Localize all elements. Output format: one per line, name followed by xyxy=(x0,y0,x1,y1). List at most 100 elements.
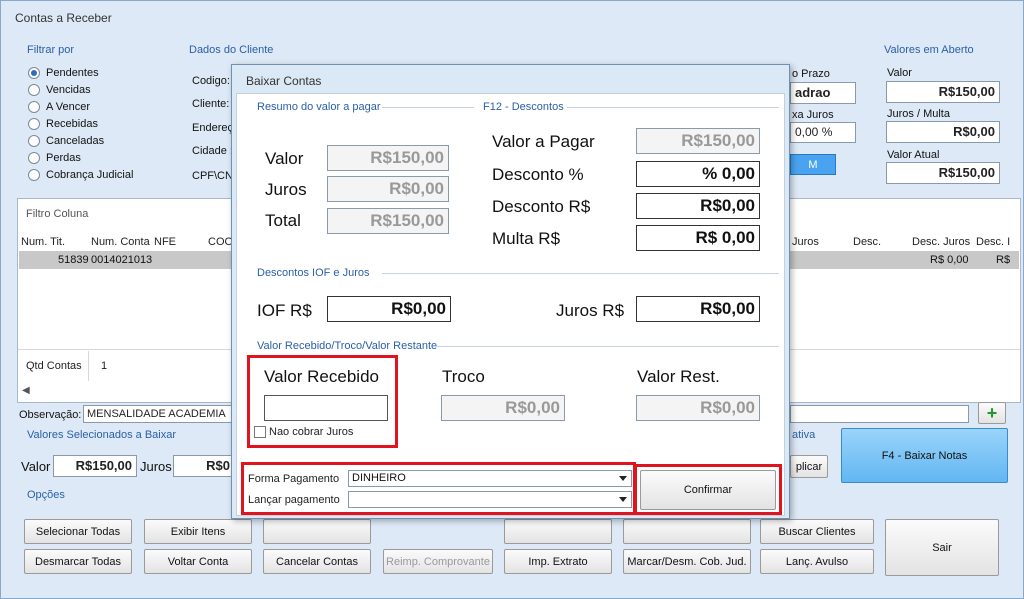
iof-label: IOF R$ xyxy=(257,301,312,320)
radio-canceladas[interactable]: Canceladas xyxy=(28,135,104,147)
exibir-itens-button[interactable]: Exibir Itens xyxy=(144,519,252,544)
radio-cobranca-judicial[interactable]: Cobrança Judicial xyxy=(28,169,133,181)
client-codigo-label: Codigo: xyxy=(192,75,230,87)
juros-rs-field[interactable]: R$0,00 xyxy=(636,296,760,322)
forma-pagamento-select[interactable]: DINHEIRO xyxy=(348,470,632,487)
chevron-down-icon xyxy=(619,476,627,481)
marcar-cob-jud-button[interactable]: Marcar/Desm. Cob. Jud. xyxy=(623,549,751,574)
valor-recebido-input[interactable] xyxy=(264,395,388,421)
nao-cobrar-juros-checkbox[interactable] xyxy=(254,426,266,438)
lanc-avulso-button[interactable]: Lanç. Avulso xyxy=(760,549,874,574)
nao-cobrar-juros-label: Nao cobrar Juros xyxy=(269,426,354,438)
desconto-pct-label: Desconto % xyxy=(492,165,584,184)
troco-field: R$0,00 xyxy=(441,395,565,421)
voltar-conta-button[interactable]: Voltar Conta xyxy=(144,549,252,574)
obs-field[interactable]: MENSALIDADE ACADEMIA xyxy=(83,405,235,423)
taxa-juros-label: xa Juros xyxy=(792,109,834,121)
total-field: R$150,00 xyxy=(327,208,449,234)
cell-desc-juros: R$ 0,00 xyxy=(930,254,969,266)
radio-selected-icon xyxy=(28,67,40,79)
iof-field[interactable]: R$0,00 xyxy=(327,296,451,322)
juros-label: Juros xyxy=(265,180,307,199)
option-button-6[interactable] xyxy=(623,519,751,544)
aplicar-button[interactable]: plicar xyxy=(790,455,828,478)
forma-pagamento-label: Forma Pagamento xyxy=(248,473,340,485)
grid-header[interactable]: NFE xyxy=(154,236,176,248)
ativa-label: ativa xyxy=(792,429,816,441)
m-button[interactable]: M xyxy=(790,154,836,175)
plus-icon[interactable]: + xyxy=(978,402,1006,424)
open-values-title: Valores em Aberto xyxy=(884,44,974,56)
open-juros-label: Juros / Multa xyxy=(887,108,950,120)
selected-valor-label: Valor xyxy=(21,459,51,474)
radio-a-vencer[interactable]: A Vencer xyxy=(28,101,90,113)
grid-header[interactable]: Desc. I xyxy=(976,236,1010,248)
valor-recebido-label: Valor Recebido xyxy=(264,367,379,386)
options-group-title: Opções xyxy=(27,489,65,501)
client-cidade-label: Cidade : xyxy=(192,145,233,157)
radio-pendentes[interactable]: Pendentes xyxy=(28,67,99,79)
total-label: Total xyxy=(265,211,301,230)
taxa-juros-field[interactable]: 0,00 % xyxy=(790,122,856,143)
selected-juros-label: Juros xyxy=(140,459,172,474)
valor-rest-field: R$0,00 xyxy=(636,395,760,421)
resumo-section: Resumo do valor a pagar xyxy=(257,101,381,113)
qtd-contas-label: Qtd Contas xyxy=(26,360,82,372)
dialog-title: Baixar Contas xyxy=(246,74,322,88)
confirmar-button[interactable]: Confirmar xyxy=(640,470,776,510)
prazo-label: o Prazo xyxy=(792,68,830,80)
selected-juros-field: R$0 xyxy=(173,455,235,477)
grid-header[interactable]: Desc. Juros xyxy=(912,236,970,248)
lancar-pagamento-select[interactable] xyxy=(348,491,632,508)
baixar-notas-button[interactable]: F4 - Baixar Notas xyxy=(841,428,1008,483)
selected-group-title: Valores Selecionados a Baixar xyxy=(27,429,176,441)
radio-recebidas[interactable]: Recebidas xyxy=(28,118,98,130)
window-title: Contas a Receber xyxy=(15,11,112,25)
valor-rest-label: Valor Rest. xyxy=(637,367,720,386)
grid-header[interactable]: Num. Conta xyxy=(91,236,150,248)
prazo-field[interactable]: adrao xyxy=(790,82,856,104)
selected-valor-field: R$150,00 xyxy=(53,455,137,477)
cell-desc-i: R$ xyxy=(996,254,1011,266)
option-button-3[interactable] xyxy=(263,519,371,544)
client-group-title: Dados do Cliente xyxy=(189,44,274,56)
multa-field[interactable]: R$ 0,00 xyxy=(636,225,760,251)
scroll-left-icon[interactable]: ◀ xyxy=(22,385,30,396)
imp-extrato-button[interactable]: Imp. Extrato xyxy=(504,549,612,574)
option-button-5[interactable] xyxy=(504,519,612,544)
radio-vencidas[interactable]: Vencidas xyxy=(28,84,91,96)
desconto-pct-field[interactable]: % 0,00 xyxy=(636,161,760,187)
open-juros-field: R$0,00 xyxy=(886,121,1000,143)
grid-header[interactable]: Juros xyxy=(792,236,819,248)
desconto-rs-label: Desconto R$ xyxy=(492,197,591,216)
filter-group-title: Filtrar por xyxy=(27,44,75,56)
grid-filter-label: Filtro Coluna xyxy=(26,208,89,220)
valor-field: R$150,00 xyxy=(327,145,449,171)
cell-num-tit: 51839 xyxy=(58,254,89,266)
selecionar-todas-button[interactable]: Selecionar Todas xyxy=(24,519,132,544)
reimp-comprovante-button[interactable]: Reimp. Comprovante xyxy=(383,549,493,574)
recebido-section: Valor Recebido/Troco/Valor Restante xyxy=(257,340,438,352)
open-atual-label: Valor Atual xyxy=(887,149,940,161)
grid-header[interactable]: Desc. xyxy=(853,236,881,248)
valor-pagar-field: R$150,00 xyxy=(636,128,760,154)
desconto-rs-field[interactable]: R$0,00 xyxy=(636,193,760,219)
open-valor-field: R$150,00 xyxy=(886,81,1000,103)
sair-button[interactable]: Sair xyxy=(885,519,999,576)
buscar-clientes-button[interactable]: Buscar Clientes xyxy=(760,519,874,544)
client-cliente-label: Cliente: xyxy=(192,98,230,110)
obs-field-extension[interactable] xyxy=(790,405,969,423)
open-atual-field: R$150,00 xyxy=(886,162,1000,184)
qtd-contas-value: 1 xyxy=(101,360,108,372)
cancelar-contas-button[interactable]: Cancelar Contas xyxy=(263,549,371,574)
cell-num-conta: 0014021013 xyxy=(91,254,153,266)
obs-label: Observação: xyxy=(19,409,82,421)
grid-header[interactable]: Num. Tit. xyxy=(21,236,65,248)
valor-pagar-label: Valor a Pagar xyxy=(492,132,595,151)
valor-label: Valor xyxy=(265,149,304,168)
troco-label: Troco xyxy=(442,367,485,386)
juros-rs-label: Juros R$ xyxy=(556,301,625,320)
radio-perdas[interactable]: Perdas xyxy=(28,152,81,164)
grid-header[interactable]: COO xyxy=(208,236,233,248)
desmarcar-todas-button[interactable]: Desmarcar Todas xyxy=(24,549,132,574)
